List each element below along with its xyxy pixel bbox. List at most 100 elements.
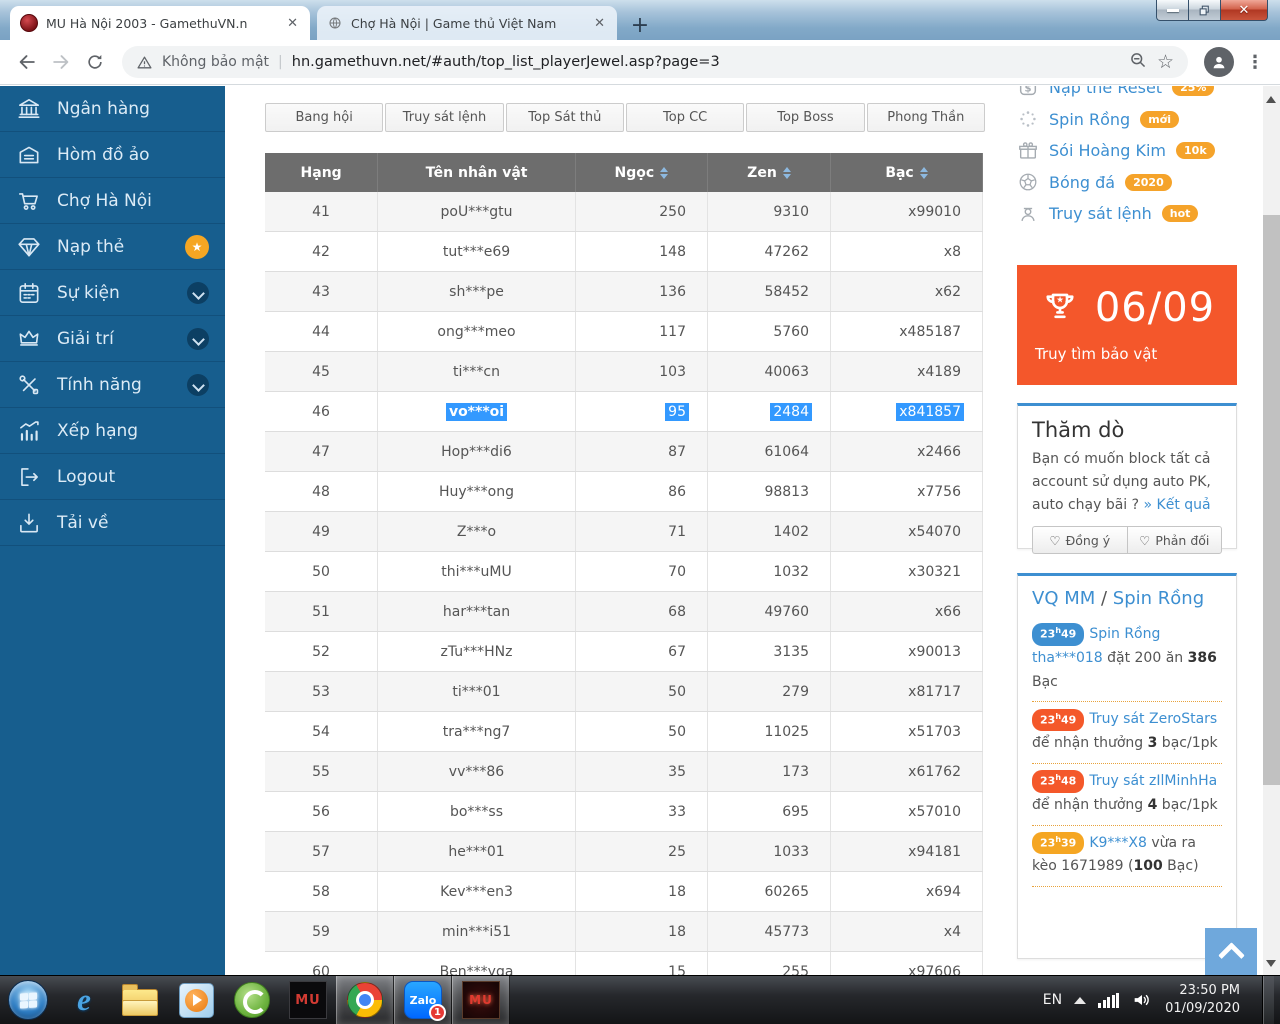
sidebar-item-hom-do-ao[interactable]: Hòm đồ ảo [0, 132, 225, 178]
event-banner[interactable]: ★ 06/09 Truy tìm bảo vật [1017, 265, 1237, 385]
tab-close-icon[interactable]: ✕ [592, 16, 607, 31]
taskbar-clock[interactable]: 23:50 PM 01/09/2020 [1165, 982, 1240, 1018]
quick-link-soi-hoang-kim[interactable]: Sói Hoàng Kim 10k [1017, 135, 1247, 167]
taskbar-mu-launcher[interactable]: MU [280, 976, 336, 1024]
close-button[interactable]: ✕ [1220, 0, 1268, 21]
minimize-button[interactable] [1156, 0, 1189, 21]
cell-rank: 48 [265, 472, 378, 511]
chevron-down-icon[interactable] [187, 374, 209, 396]
cell-bac: x62 [831, 272, 983, 311]
url-text[interactable]: hn.gamethuvn.net/#auth/top_list_playerJe… [292, 54, 1119, 70]
language-indicator[interactable]: EN [1043, 992, 1062, 1008]
scroll-down-icon[interactable] [1266, 960, 1276, 967]
poll-agree-button[interactable]: ♡Đồng ý [1032, 526, 1127, 554]
sidebar-item-tai-ve[interactable]: Tải về [0, 500, 225, 546]
profile-avatar[interactable] [1204, 47, 1234, 77]
system-tray: EN 23:50 PM 01/09/2020 [1043, 976, 1280, 1024]
restore-button[interactable] [1188, 0, 1221, 21]
table-row: 56 bo***ss 33 695 x57010 [265, 792, 983, 832]
cell-rank: 50 [265, 552, 378, 591]
tab-top-boss[interactable]: Top Boss [746, 103, 864, 132]
taskbar-internet-explorer[interactable]: e [56, 976, 112, 1024]
sidebar-item-xep-hang[interactable]: Xếp hạng [0, 408, 225, 454]
tab-phong-than[interactable]: Phong Thần [867, 103, 985, 132]
internet-explorer-icon: e [77, 982, 91, 1018]
header-zen[interactable]: Zen [708, 153, 831, 192]
tab-close-icon[interactable]: ✕ [285, 16, 300, 31]
quick-link-label[interactable]: Nạp thẻ Reset [1049, 86, 1162, 97]
tab-top-cc[interactable]: Top CC [626, 103, 744, 132]
cell-ngoc: 50 [576, 712, 708, 751]
sidebar-item-logout[interactable]: Logout [0, 454, 225, 500]
scroll-up-icon[interactable] [1266, 96, 1276, 103]
football-icon [1017, 171, 1039, 193]
sidebar-item-giai-tri[interactable]: Giải trí [0, 316, 225, 362]
url-bar[interactable]: Không bảo mật | hn.gamethuvn.net/#auth/t… [122, 46, 1188, 78]
taskbar-chrome[interactable] [336, 976, 394, 1024]
quick-link-label[interactable]: Spin Rồng [1049, 110, 1130, 129]
sidebar-item-nap-the[interactable]: Nạp thẻ ★ [0, 224, 225, 270]
sidebar-item-cho-ha-noi[interactable]: Chợ Hà Nội [0, 178, 225, 224]
cell-zen: 49760 [708, 592, 831, 631]
quick-link-truy-sat-lenh[interactable]: Truy sát lệnh hot [1017, 198, 1247, 230]
tab-bang-hoi[interactable]: Bang hội [265, 103, 383, 132]
cell-rank: 58 [265, 872, 378, 911]
scrollbar-thumb[interactable] [1263, 215, 1280, 785]
poll-disagree-button[interactable]: ♡Phản đối [1127, 526, 1223, 554]
table-row: 48 Huy***ong 86 98813 x7756 [265, 472, 983, 512]
cell-name: ti***cn [378, 352, 576, 391]
poll-result-link[interactable]: » Kết quả [1144, 497, 1211, 513]
quick-link-nap-the-reset[interactable]: $ Nạp thẻ Reset 25% [1017, 86, 1247, 104]
feed-title-link-spin-rong[interactable]: Spin Rồng [1113, 588, 1204, 609]
cell-bac: x485187 [831, 312, 983, 351]
zoom-out-icon[interactable] [1128, 50, 1148, 74]
header-ngoc[interactable]: Ngọc [576, 153, 708, 192]
forward-button[interactable] [44, 45, 78, 79]
sidebar-item-ngan-hang[interactable]: Ngân hàng [0, 86, 225, 132]
quick-link-label[interactable]: Bóng đá [1049, 173, 1115, 192]
quick-link-bong-da[interactable]: Bóng đá 2020 [1017, 167, 1247, 199]
speaker-icon[interactable] [1131, 989, 1153, 1011]
header-bac[interactable]: Bạc [831, 153, 983, 192]
sidebar-item-tinh-nang[interactable]: Tính năng [0, 362, 225, 408]
download-icon [16, 510, 42, 536]
sort-icon[interactable] [920, 167, 928, 179]
tab-truy-sat-lenh[interactable]: Truy sát lệnh [385, 103, 503, 132]
tab-top-sat-thu[interactable]: Top Sát thủ [506, 103, 624, 132]
reload-button[interactable] [78, 45, 112, 79]
cell-bac: x4189 [831, 352, 983, 391]
chevron-down-icon[interactable] [187, 282, 209, 304]
ranking-table: Hạng Tên nhân vật Ngọc Zen Bạc 41 poU***… [265, 153, 983, 975]
browser-menu-icon[interactable]: ⋮ [1240, 52, 1270, 73]
start-button[interactable] [0, 976, 56, 1024]
quick-link-spin-rong[interactable]: Spin Rồng mới [1017, 104, 1247, 136]
browser-tab-1[interactable]: MU Hà Nội 2003 - GamethuVN.n ✕ [10, 6, 310, 40]
quick-link-label[interactable]: Truy sát lệnh [1049, 204, 1152, 223]
browser-tab-2[interactable]: Chợ Hà Nội | Game thủ Việt Nam ✕ [317, 6, 617, 40]
hidden-icons-arrow[interactable] [1074, 997, 1086, 1004]
cell-rank: 54 [265, 712, 378, 751]
taskbar-media-player[interactable] [168, 976, 224, 1024]
quick-link-label[interactable]: Sói Hoàng Kim [1049, 141, 1166, 160]
player-icon [1017, 203, 1039, 225]
back-button[interactable] [10, 45, 44, 79]
security-warning-label[interactable]: Không bảo mật [162, 54, 269, 70]
back-to-top-button[interactable] [1205, 928, 1257, 975]
page-scrollbar[interactable] [1263, 86, 1280, 975]
sort-icon[interactable] [783, 167, 791, 179]
sort-icon[interactable] [660, 167, 668, 179]
network-signal-icon[interactable] [1098, 993, 1119, 1008]
chevron-down-icon[interactable] [187, 328, 209, 350]
table-row: 44 ong***meo 117 5760 x485187 [265, 312, 983, 352]
sidebar-item-su-kien[interactable]: Sự kiện [0, 270, 225, 316]
taskbar-coccoc[interactable] [224, 976, 280, 1024]
feed-title-link-vqmm[interactable]: VQ MM [1032, 588, 1095, 609]
new-tab-button[interactable]: + [625, 10, 655, 40]
cell-name: tut***e69 [378, 232, 576, 271]
taskbar-zalo[interactable]: Zalo 1 [394, 976, 452, 1024]
show-desktop-button[interactable] [1262, 976, 1274, 1024]
bookmark-star-icon[interactable]: ☆ [1157, 53, 1174, 72]
taskbar-file-explorer[interactable] [112, 976, 168, 1024]
mu-game-icon: MU [462, 981, 500, 1019]
taskbar-mu-game[interactable]: MU [452, 976, 510, 1024]
